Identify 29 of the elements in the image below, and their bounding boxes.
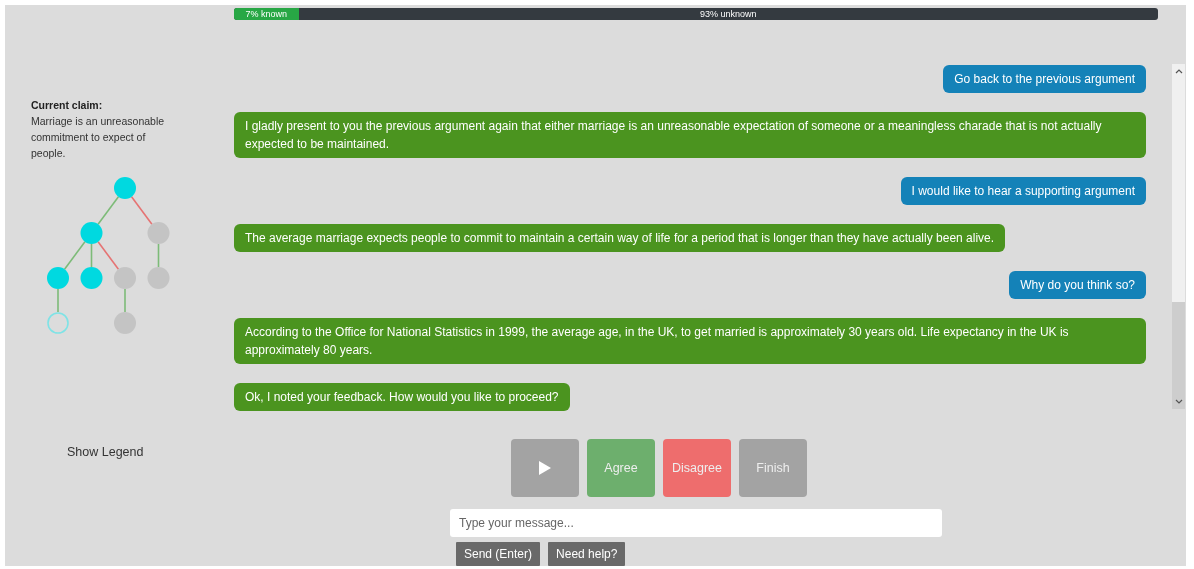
tree-node[interactable] — [47, 312, 69, 334]
user-message: Why do you think so? — [1009, 270, 1146, 299]
tree-node[interactable] — [114, 267, 136, 289]
scrollbar[interactable] — [1172, 63, 1185, 409]
scroll-up-icon[interactable] — [1174, 67, 1183, 74]
message-input[interactable]: Type your message... — [450, 508, 942, 537]
scroll-down-icon[interactable] — [1174, 398, 1183, 405]
help-button[interactable]: Need help? — [548, 542, 626, 566]
unknown-label: 93% unknown — [700, 8, 757, 19]
tree-node[interactable] — [114, 312, 136, 334]
play-button[interactable] — [511, 438, 579, 497]
tree-node[interactable] — [80, 267, 103, 289]
known-label: 7% known — [245, 8, 288, 19]
tree-node[interactable] — [80, 222, 103, 244]
tree-node[interactable] — [147, 267, 170, 289]
play-icon — [539, 460, 551, 475]
claim-heading: Current claim: — [31, 98, 104, 113]
bot-message: Ok, I noted your feedback. How would you like to proceed? — [234, 382, 570, 411]
tree-node[interactable] — [114, 177, 136, 199]
bot-message: I gladly present to you the previous argument again that either marriage is an unreasonable expectation of someone or a meaningless charade that is not actually expected to be maintained. — [234, 111, 1146, 158]
user-message: I would like to hear a supporting argument — [900, 176, 1146, 205]
claim-text: Marriage is an unreasonable commitment to expect of people. — [31, 114, 166, 161]
show-legend-link[interactable]: Show Legend — [67, 445, 144, 459]
bot-message: The average marriage expects people to commit to maintain a certain way of life for a period that is longer than they have actually been alive. — [234, 223, 1006, 252]
tree-node[interactable] — [147, 222, 170, 244]
bot-message: According to the Office for National Statistics in 1999, the average age, in the UK, to get married is approximately 30 years old. Life expectancy in the UK is approximately 80 years. — [234, 317, 1146, 364]
send-button[interactable]: Send (Enter) — [456, 542, 541, 566]
tree-node[interactable] — [47, 267, 69, 289]
user-message: Go back to the previous argument — [943, 64, 1146, 93]
